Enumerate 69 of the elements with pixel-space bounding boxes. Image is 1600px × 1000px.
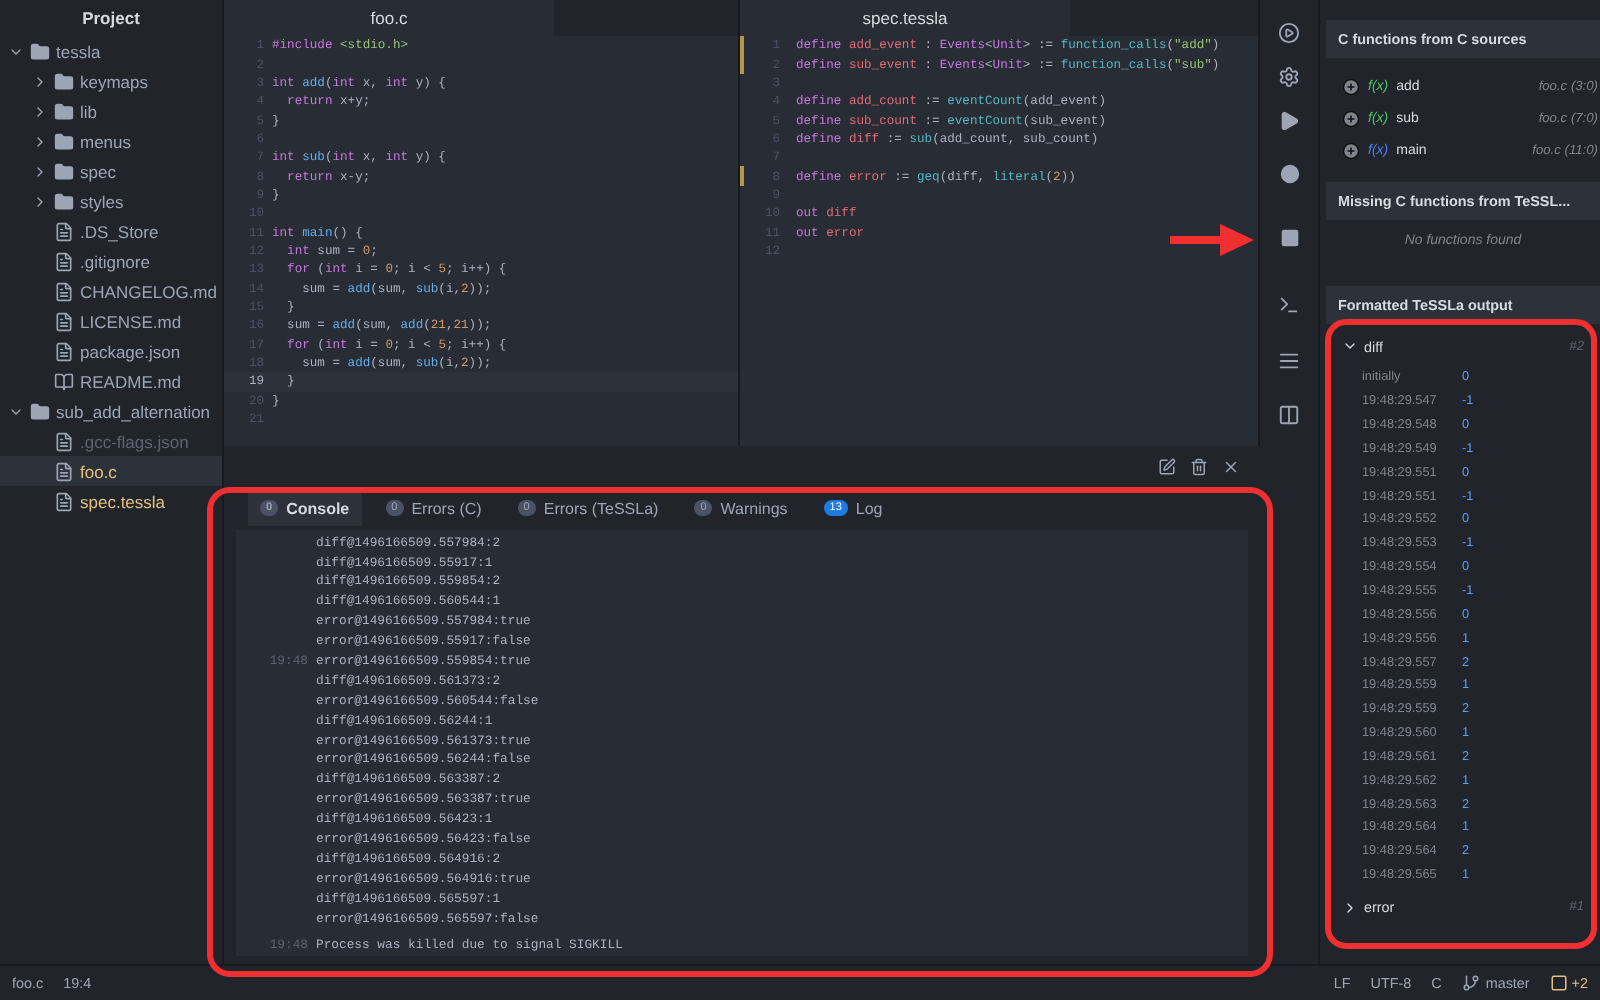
tree-item-label: spec	[80, 161, 116, 181]
file-icon	[54, 341, 74, 361]
branch-icon	[1461, 974, 1480, 992]
record-icon[interactable]	[1279, 164, 1299, 184]
tree-item[interactable]: .gitignore	[0, 246, 222, 276]
tree-item[interactable]: README.md	[0, 366, 222, 396]
file-icon	[54, 431, 74, 451]
close-icon[interactable]	[1222, 457, 1240, 476]
changes-icon	[1549, 974, 1568, 992]
file-icon	[54, 311, 74, 331]
tree-item[interactable]: tessla	[0, 36, 222, 66]
tree-item-label: package.json	[80, 341, 181, 361]
folder-icon	[54, 131, 74, 151]
chevron-down-icon	[1342, 338, 1358, 354]
tree-item-label: sub_add_alternation	[56, 401, 211, 421]
edit-icon[interactable]	[1158, 457, 1176, 476]
add-icon[interactable]	[1342, 141, 1360, 159]
tree-item[interactable]: styles	[0, 186, 222, 216]
file-icon	[54, 461, 74, 481]
tree-item[interactable]: sub_add_alternation	[0, 396, 222, 426]
tree-item-label: LICENSE.md	[80, 311, 182, 331]
tree-item[interactable]: menus	[0, 126, 222, 156]
editor-tab[interactable]: spec.tessla	[740, 0, 1070, 36]
file-icon	[54, 491, 74, 511]
tree-item[interactable]: spec	[0, 156, 222, 186]
folder-icon	[54, 71, 74, 91]
tree-item[interactable]: keymaps	[0, 66, 222, 96]
tree-item-label: .DS_Store	[80, 221, 159, 241]
add-icon[interactable]	[1342, 109, 1360, 127]
stop-icon[interactable]	[1279, 228, 1299, 248]
panel-title: Project	[80, 6, 142, 32]
tree-item-label: foo.c	[80, 461, 117, 481]
book-icon	[54, 371, 74, 391]
tree-item[interactable]: lib	[0, 96, 222, 126]
tree-item[interactable]: package.json	[0, 336, 222, 366]
settings-icon[interactable]	[1278, 65, 1300, 87]
tree-item-label: keymaps	[80, 71, 149, 91]
tree-item[interactable]: CHANGELOG.md	[0, 276, 222, 306]
editor-tab[interactable]: foo.c	[224, 0, 554, 36]
tree-item-label: spec.tessla	[80, 491, 166, 511]
play-icon[interactable]	[1278, 109, 1300, 131]
tree-item-label: styles	[80, 191, 124, 211]
tree-item-label: lib	[80, 101, 98, 121]
terminal-icon[interactable]	[1278, 293, 1300, 315]
tree-item[interactable]: spec.tessla	[0, 486, 222, 516]
tree-item-label: .gitignore	[80, 251, 150, 271]
folder-icon	[30, 41, 50, 61]
folder-icon	[54, 161, 74, 181]
folder-icon	[54, 191, 74, 211]
play-circle-icon[interactable]	[1278, 21, 1300, 43]
tree-item[interactable]: foo.c	[0, 456, 222, 486]
tree-item[interactable]: .DS_Store	[0, 216, 222, 246]
folder-icon	[30, 401, 50, 421]
menu-icon[interactable]	[1278, 349, 1300, 371]
trash-icon[interactable]	[1190, 457, 1208, 476]
tree-item-label: menus	[80, 131, 132, 151]
columns-icon[interactable]	[1278, 403, 1300, 425]
tree-item-label: tessla	[56, 41, 101, 61]
file-icon	[54, 221, 74, 241]
tree-item-label: CHANGELOG.md	[80, 281, 217, 301]
chevron-right-icon	[1342, 899, 1358, 916]
add-icon[interactable]	[1342, 77, 1360, 95]
tree-item[interactable]: LICENSE.md	[0, 306, 222, 336]
tree-item-label: .gcc-flags.json	[80, 431, 189, 451]
arrow	[1170, 224, 1254, 256]
folder-icon	[54, 101, 74, 121]
file-icon	[54, 281, 74, 301]
file-icon	[54, 251, 74, 271]
tree-item-label: README.md	[80, 371, 182, 391]
